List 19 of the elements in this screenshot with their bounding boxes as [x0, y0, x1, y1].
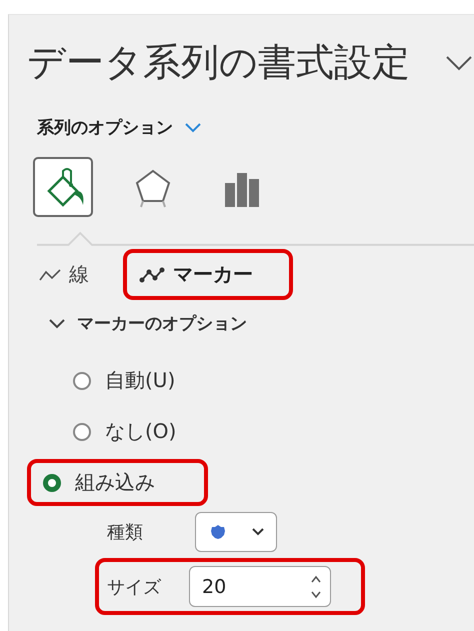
- marker-icon: [210, 524, 226, 540]
- section-header[interactable]: マーカーのオプション: [9, 300, 247, 335]
- marker-type-dropdown[interactable]: [195, 512, 277, 552]
- radio-option[interactable]: 組み込み: [31, 463, 167, 502]
- field-label: 種類: [107, 521, 144, 544]
- tab[interactable]: マーカー: [127, 253, 289, 296]
- size-spin-field[interactable]: 20: [189, 566, 331, 607]
- tab[interactable]: 線: [31, 253, 97, 296]
- line-marker-icon: [139, 266, 165, 282]
- pane-title: データ系列の書式設定: [27, 39, 410, 86]
- radio-option[interactable]: 自動(U): [57, 361, 188, 400]
- category-tab[interactable]: [33, 157, 93, 217]
- radio-option[interactable]: なし(O): [57, 412, 188, 451]
- chevron-down-icon: [252, 528, 264, 536]
- line-icon: [39, 268, 61, 282]
- chevron-down-icon: [49, 318, 65, 328]
- options-menu-label[interactable]: 系列のオプション: [37, 116, 173, 139]
- field-label: サイズ: [107, 576, 162, 598]
- chevron-down-icon[interactable]: [185, 122, 201, 132]
